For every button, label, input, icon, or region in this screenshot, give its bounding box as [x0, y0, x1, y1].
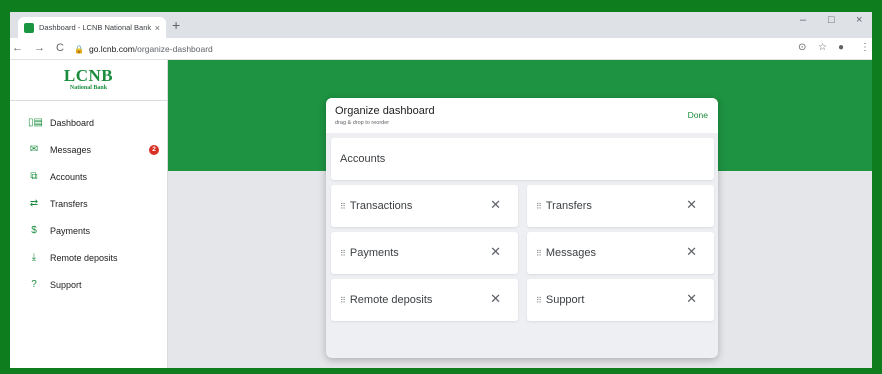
favicon-icon: [24, 22, 34, 33]
tile-label: Remote deposits: [349, 294, 433, 306]
sidebar-item-label: Support: [50, 279, 82, 290]
new-tab-button[interactable]: +: [172, 18, 180, 32]
url-path: /organize-dashboard: [134, 44, 213, 54]
sidebar-item-payments[interactable]: $ Payments: [10, 217, 167, 244]
drag-handle-icon[interactable]: ⠿: [536, 249, 542, 258]
address-bar[interactable]: 🔒 go.lcnb.com/organize-dashboard: [74, 41, 854, 57]
messages-count-badge: 2: [149, 145, 159, 155]
tile-transfers[interactable]: ⠿ Transfers ✕: [527, 185, 714, 227]
url-host: go.lcnb.com: [88, 44, 135, 54]
remove-icon[interactable]: ✕: [490, 292, 501, 306]
dashboard-icon: ▯▤: [28, 117, 43, 128]
tile-label: Messages: [545, 247, 596, 259]
sidebar-nav: ▯▤ Dashboard ✉ Messages 2 ⧉ Accounts ⇄ T…: [10, 101, 167, 298]
done-button[interactable]: Done: [688, 110, 708, 120]
sidebar-item-accounts[interactable]: ⧉ Accounts: [10, 163, 167, 190]
sidebar-item-label: Remote deposits: [50, 252, 118, 263]
remove-icon[interactable]: ✕: [686, 198, 697, 212]
tile-label: Transfers: [545, 200, 592, 212]
sidebar: LCNB National Bank ▯▤ Dashboard ✉ Messag…: [10, 60, 168, 368]
drag-handle-icon[interactable]: ⠿: [340, 202, 346, 211]
sidebar-item-label: Dashboard: [50, 117, 95, 128]
logo-subtitle: National Bank: [69, 85, 108, 91]
tile-payments[interactable]: ⠿ Payments ✕: [331, 232, 518, 274]
sidebar-item-transfers[interactable]: ⇄ Transfers: [10, 190, 167, 217]
browser-tab[interactable]: Dashboard - LCNB National Bank ×: [18, 17, 166, 38]
forward-button[interactable]: →: [34, 42, 45, 54]
reload-button[interactable]: C: [56, 42, 64, 54]
sidebar-item-label: Payments: [50, 225, 91, 236]
tile-transactions[interactable]: ⠿ Transactions ✕: [331, 185, 518, 227]
accounts-icon: ⧉: [30, 171, 38, 182]
remove-icon[interactable]: ✕: [686, 292, 697, 306]
drag-handle-icon[interactable]: ⠿: [536, 202, 542, 211]
close-window-button[interactable]: ×: [856, 14, 862, 26]
sidebar-item-messages[interactable]: ✉ Messages 2: [10, 136, 167, 163]
organize-dashboard-modal: Organize dashboard drag & drop to reorde…: [326, 98, 718, 358]
tile-label: Support: [545, 294, 585, 306]
remove-icon[interactable]: ✕: [490, 245, 501, 259]
tile-accounts[interactable]: Accounts: [331, 138, 714, 180]
sidebar-item-support[interactable]: ? Support: [10, 271, 167, 298]
tile-remote-deposits[interactable]: ⠿ Remote deposits ✕: [331, 279, 518, 321]
sidebar-item-label: Messages: [50, 144, 92, 155]
profile-icon[interactable]: ●: [838, 42, 844, 54]
tile-label: Payments: [349, 247, 399, 259]
tile-label: Transactions: [349, 200, 413, 212]
sidebar-item-label: Transfers: [50, 198, 88, 209]
sidebar-item-label: Accounts: [50, 171, 88, 182]
sidebar-item-dashboard[interactable]: ▯▤ Dashboard: [10, 109, 167, 136]
envelope-icon: ✉: [29, 144, 39, 155]
browser-menu-icon[interactable]: ⋮: [860, 42, 870, 54]
modal-title: Organize dashboard: [335, 105, 435, 117]
browser-window: Dashboard - LCNB National Bank × + – □ ×…: [10, 12, 872, 368]
tab-strip: Dashboard - LCNB National Bank × + – □ ×: [10, 12, 872, 38]
lock-icon: 🔒: [74, 44, 84, 54]
tab-title: Dashboard - LCNB National Bank: [39, 23, 151, 32]
transfer-arrows-icon: ⇄: [29, 198, 39, 209]
bookmark-star-icon[interactable]: ☆: [818, 42, 827, 54]
page-content: LCNB National Bank ▯▤ Dashboard ✉ Messag…: [10, 60, 872, 368]
modal-header: Organize dashboard drag & drop to reorde…: [326, 98, 718, 133]
drag-handle-icon[interactable]: ⠿: [536, 296, 542, 305]
tile-label: Accounts: [340, 153, 386, 165]
back-button[interactable]: ←: [12, 42, 23, 54]
drag-handle-icon[interactable]: ⠿: [340, 296, 346, 305]
tab-close-icon[interactable]: ×: [155, 23, 160, 33]
location-target-icon[interactable]: ⊙: [798, 42, 806, 54]
remove-icon[interactable]: ✕: [490, 198, 501, 212]
logo-wordmark: LCNB: [63, 66, 114, 85]
dollar-icon: $: [31, 225, 37, 236]
help-icon: ?: [31, 279, 37, 290]
download-icon: ⤓: [31, 252, 37, 263]
browser-toolbar: ← → C 🔒 go.lcnb.com/organize-dashboard ⊙…: [10, 38, 872, 60]
sidebar-item-remote-deposits[interactable]: ⤓ Remote deposits: [10, 244, 167, 271]
tile-support[interactable]: ⠿ Support ✕: [527, 279, 714, 321]
drag-handle-icon[interactable]: ⠿: [340, 249, 346, 258]
tile-messages[interactable]: ⠿ Messages ✕: [527, 232, 714, 274]
maximize-button[interactable]: □: [828, 14, 835, 26]
bank-logo[interactable]: LCNB National Bank: [10, 60, 167, 101]
modal-subtitle: drag & drop to reorder: [335, 120, 390, 126]
minimize-button[interactable]: –: [800, 14, 806, 26]
remove-icon[interactable]: ✕: [686, 245, 697, 259]
